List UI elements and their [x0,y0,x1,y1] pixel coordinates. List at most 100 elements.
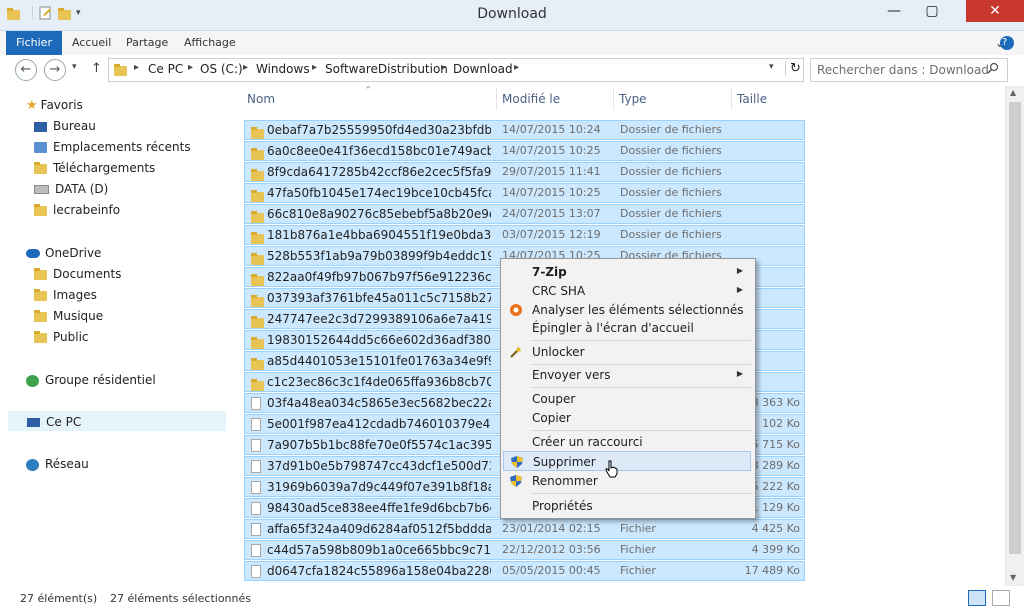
tab-fichier[interactable]: Fichier [6,31,62,55]
nav-telechargements-label: Téléchargements [53,161,156,175]
minimize-button[interactable]: — [880,0,908,22]
file-row[interactable]: c44d57a598b809b1a0ce665bbc9c714126... 22/… [244,540,805,560]
nav-onedrive-label: OneDrive [45,246,102,260]
forward-button[interactable]: → [44,59,66,81]
details-view-icon[interactable] [968,590,986,606]
cloud-icon [26,249,40,258]
nav-images[interactable]: Images [34,285,97,305]
menu-item-analyser[interactable]: Analyser les éléments sélectionnés [503,300,751,320]
search-box[interactable]: Rechercher dans : Download [810,58,1008,82]
large-icons-view-icon[interactable] [992,590,1010,606]
column-divider[interactable] [613,88,614,110]
menu-item-epingler[interactable]: Épingler à l'écran d'accueil [503,318,751,338]
nav-reseau[interactable]: Réseau [26,454,89,474]
file-row[interactable]: 181b876a1e4bba6904551f19e0bda3f8 03/07/20… [244,225,805,245]
menu-item-renommer[interactable]: Renommer [503,471,751,491]
address-bar[interactable]: ▸ Ce PC ▸ OS (C:) ▸ Windows ▸ SoftwareDi… [108,58,804,82]
maximize-button[interactable]: ▢ [918,0,946,22]
file-type: Fichier [620,543,656,556]
menu-item-unlocker[interactable]: Unlocker [503,342,751,362]
nav-public[interactable]: Public [34,327,89,347]
up-button[interactable]: ↑ [91,61,102,76]
nav-data-label: DATA (D) [55,182,109,196]
address-dropdown-icon[interactable]: ▾ [769,62,774,72]
file-name: a85d4401053e15101fe01763a34e9f96 [267,354,491,368]
file-row[interactable]: 0ebaf7a7b25559950fd4ed30a23bfdbd 14/07/20… [244,120,805,140]
search-input[interactable]: Rechercher dans : Download [817,63,989,77]
chevron-right-icon[interactable]: ▸ [441,62,446,73]
history-dropdown-icon[interactable]: ▾ [72,62,77,72]
file-row[interactable]: d0647cfa1824c55896a158e04ba228055d... 05/… [244,561,805,581]
menu-item-envoyer-vers[interactable]: Envoyer vers ▶ [503,365,751,385]
nav-emplacements-recents[interactable]: Emplacements récents [34,137,191,157]
breadcrumb-download[interactable]: Download [453,62,513,76]
menu-item-supprimer[interactable]: Supprimer [503,451,751,471]
help-icon[interactable]: ? [1000,36,1014,50]
column-header-type[interactable]: Type [619,92,647,110]
file-type: Dossier de fichiers [620,144,722,157]
nav-favorites[interactable]: ★ Favoris [26,95,83,115]
menu-item-couper[interactable]: Couper [503,389,751,409]
nav-telechargements[interactable]: Téléchargements [34,158,155,178]
window-title: Download [477,6,547,22]
nav-bureau[interactable]: Bureau [34,116,96,136]
nav-data-d[interactable]: DATA (D) [34,179,108,199]
nav-musique[interactable]: Musique [34,306,103,326]
chevron-right-icon[interactable]: ▸ [134,62,139,73]
breadcrumb-ce-pc[interactable]: Ce PC [148,62,183,76]
scroll-down-arrow-icon[interactable]: ▼ [1010,573,1016,582]
file-row[interactable]: 47fa50fb1045e174ec19bce10cb45fca 14/07/20… [244,183,805,203]
breadcrumb-softwaredistribution[interactable]: SoftwareDistribution [325,62,448,76]
file-type: Dossier de fichiers [620,165,722,178]
file-icon [251,418,261,434]
file-row[interactable]: 6a0c8ee0e41f36ecd158bc01e749acb3 14/07/20… [244,141,805,161]
menu-item-envoyer-vers-label: Envoyer vers [532,368,611,382]
scroll-up-arrow-icon[interactable]: ▲ [1010,88,1016,97]
menu-item-7zip[interactable]: 7-Zip ▶ [503,262,751,282]
tab-accueil[interactable]: Accueil [62,31,121,55]
file-name: affa65f324a409d6284af0512f5bdddafbb... [267,522,491,536]
folder-icon [34,267,47,280]
file-date: 23/01/2014 02:15 [502,522,601,535]
file-type: Dossier de fichiers [620,186,722,199]
menu-item-crc-sha[interactable]: CRC SHA ▶ [503,281,751,301]
file-row[interactable]: 66c810e8a90276c85ebebf5a8b20e9e7 24/07/20… [244,204,805,224]
navigation-pane: ★ Favoris Bureau Emplacements récents Tél… [0,86,240,586]
scroll-thumb[interactable] [1009,102,1021,554]
file-name: 822aa0f49fb97b067b97f56e912236c3 [267,270,491,284]
column-header-date[interactable]: Modifié le [502,92,560,110]
folder-icon [34,203,47,216]
chevron-right-icon[interactable]: ▸ [243,62,248,73]
menu-item-crc-sha-label: CRC SHA [532,284,586,298]
menu-item-copier[interactable]: Copier [503,408,751,428]
recent-places-icon [34,142,47,153]
file-row[interactable]: affa65f324a409d6284af0512f5bdddafbb... 23… [244,519,805,539]
nav-lecrabeinfo[interactable]: lecrabeinfo [34,200,120,220]
breadcrumb-windows[interactable]: Windows [256,62,310,76]
chevron-right-icon[interactable]: ▸ [188,62,193,73]
menu-item-proprietes[interactable]: Propriétés [503,496,751,516]
file-row[interactable]: 8f9cda6417285b42ccf86e2cec5f5fa9 29/07/20… [244,162,805,182]
nav-groupe-residentiel[interactable]: Groupe résidentiel [26,370,156,390]
tab-partage[interactable]: Partage [116,31,178,55]
nav-onedrive[interactable]: OneDrive [26,243,101,263]
search-icon[interactable] [987,62,999,77]
chevron-right-icon[interactable]: ▸ [312,62,317,73]
column-divider[interactable] [496,88,497,110]
breadcrumb-os-c[interactable]: OS (C:) [200,62,243,76]
column-header-size[interactable]: Taille [737,92,767,110]
vertical-scrollbar[interactable]: ▲ ▼ [1005,86,1024,586]
tab-affichage[interactable]: Affichage [174,31,246,55]
nav-ce-pc[interactable]: Ce PC [8,411,226,431]
refresh-button[interactable]: ↻ [785,61,801,76]
nav-lecrabeinfo-label: lecrabeinfo [53,203,121,217]
back-button[interactable]: ← [15,59,37,81]
nav-documents[interactable]: Documents [34,264,121,284]
file-name: 8f9cda6417285b42ccf86e2cec5f5fa9 [267,165,491,179]
file-name: 31969b6039a7d9c449f07e391b8f18a43f5... [267,480,491,494]
menu-item-creer-raccourci[interactable]: Créer un raccourci [503,432,751,452]
column-divider[interactable] [731,88,732,110]
chevron-right-icon[interactable]: ▸ [514,62,519,73]
close-button[interactable]: ✕ [966,0,1024,22]
column-header-name[interactable]: Nom [247,92,275,110]
